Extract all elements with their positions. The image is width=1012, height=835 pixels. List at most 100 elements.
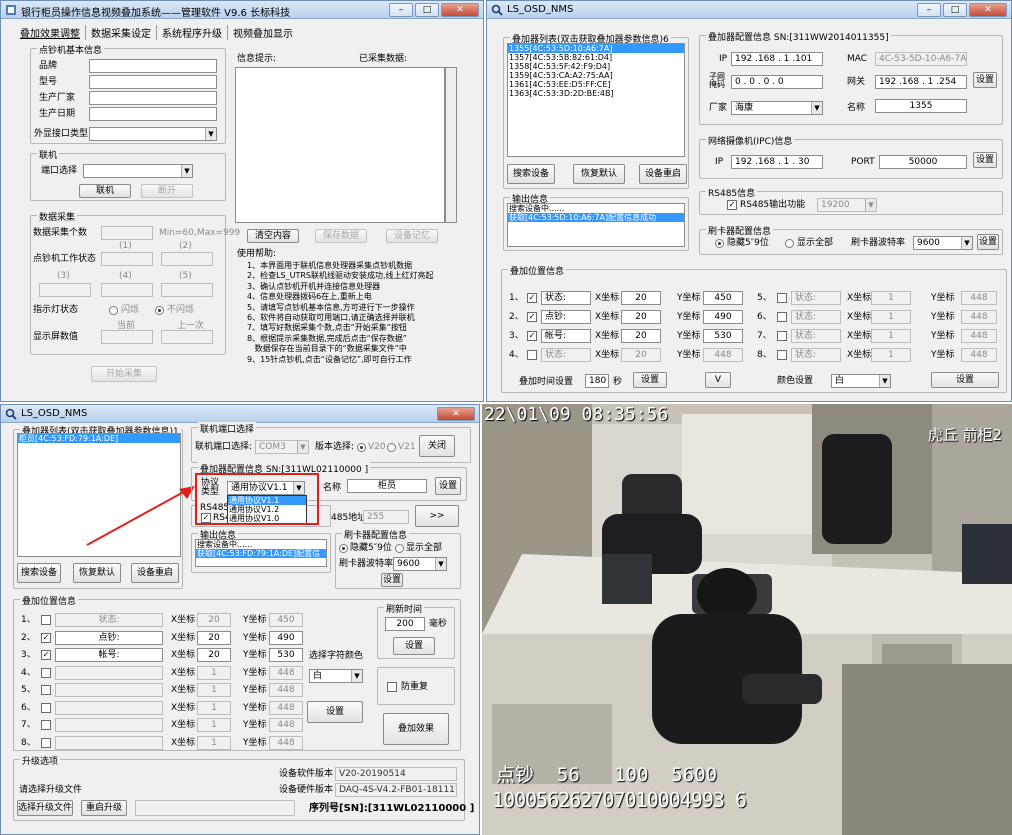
show-all-radio[interactable]: [395, 544, 404, 553]
tab-video-overlay[interactable]: 视频叠加显示: [228, 25, 298, 40]
y-input[interactable]: 490: [703, 310, 743, 324]
x-input[interactable]: 1: [197, 735, 231, 750]
row-label-input[interactable]: 状态:: [791, 329, 841, 343]
close-icon[interactable]: ✕: [441, 3, 479, 17]
minimize-icon[interactable]: –: [389, 3, 413, 17]
x-input[interactable]: 20: [621, 291, 661, 305]
x-input[interactable]: 1: [197, 718, 231, 732]
device-reboot-button[interactable]: 设备重启: [639, 164, 687, 184]
row-label-input[interactable]: [55, 735, 163, 750]
brand-input[interactable]: [89, 59, 217, 73]
color-select[interactable]: 白 ▼: [831, 374, 891, 388]
row-label-input[interactable]: 状态:: [791, 291, 841, 305]
name-input[interactable]: 1355: [875, 99, 967, 113]
conn-port-select[interactable]: COM3 ▼: [255, 440, 309, 454]
list-item[interactable]: 1357[4C:53:5B:82:61:D4]: [508, 53, 684, 62]
y-input[interactable]: 448: [961, 310, 997, 324]
set-card-button[interactable]: 设置: [977, 234, 999, 250]
name-input[interactable]: 柜员: [347, 479, 427, 493]
row-label-input[interactable]: [55, 718, 163, 732]
x-input[interactable]: 1: [197, 665, 231, 680]
choose-file-button[interactable]: 选择升级文件: [17, 800, 73, 816]
row-checkbox[interactable]: [777, 331, 787, 341]
more-button[interactable]: >>: [415, 505, 459, 527]
row-label-input[interactable]: [55, 683, 163, 697]
list-item[interactable]: 1359[4C:53:CA:A2:75:AA]: [508, 71, 684, 80]
port-input[interactable]: 50000: [879, 155, 967, 169]
x-input[interactable]: 20: [197, 630, 231, 645]
restart-upgrade-button[interactable]: 重启升级: [81, 800, 127, 816]
list-item[interactable]: 1363[4C:53:3D:2D:BE:4B]: [508, 89, 684, 98]
row-checkbox[interactable]: ✓: [527, 312, 537, 322]
y-input[interactable]: 530: [269, 648, 303, 662]
save-data-button[interactable]: 保存数据: [315, 229, 367, 243]
row-checkbox[interactable]: ✓: [527, 331, 537, 341]
info-textarea[interactable]: [235, 67, 445, 223]
hide-digits-radio[interactable]: [339, 544, 348, 553]
scrollbar[interactable]: [445, 67, 457, 223]
row-checkbox[interactable]: [41, 702, 51, 713]
row-label-input[interactable]: 帐号:: [541, 329, 591, 343]
row-checkbox[interactable]: [41, 667, 51, 678]
row-label-input[interactable]: 状态:: [541, 291, 591, 305]
y-input[interactable]: 448: [961, 329, 997, 343]
tab-overlay-effect[interactable]: 叠加效果调整: [15, 25, 86, 40]
v21-radio[interactable]: [387, 443, 396, 452]
maker-input[interactable]: [89, 91, 217, 105]
close-icon[interactable]: ✕: [969, 3, 1007, 17]
ip-input[interactable]: 192 .168 . 1 .101: [731, 52, 823, 66]
device-reboot-button[interactable]: 设备重启: [131, 563, 179, 583]
set-time-button[interactable]: 设置: [633, 372, 667, 388]
y-input[interactable]: 448: [703, 348, 743, 362]
y-input[interactable]: 448: [269, 700, 303, 715]
row-checkbox[interactable]: [777, 350, 787, 360]
y-input[interactable]: 530: [703, 329, 743, 343]
hide-digits-radio[interactable]: [715, 239, 724, 248]
restore-default-button[interactable]: 恢复默认: [573, 164, 625, 184]
mask-input[interactable]: 0 . 0 . 0 . 0: [731, 75, 823, 89]
search-device-button[interactable]: 搜索设备: [507, 164, 555, 184]
baud-select[interactable]: 9600 ▼: [393, 557, 447, 571]
row-label-input[interactable]: 状态:: [541, 348, 591, 362]
close-icon[interactable]: ✕: [437, 407, 475, 421]
set-position-button[interactable]: 设置: [307, 701, 363, 723]
set-ipc-button[interactable]: 设置: [973, 152, 997, 168]
y-input[interactable]: 450: [703, 291, 743, 305]
ipc-ip-input[interactable]: 192 .168 . 1 . 30: [731, 155, 823, 169]
color-select[interactable]: 白 ▼: [309, 669, 363, 683]
collect-count-input[interactable]: [101, 226, 153, 240]
x-input[interactable]: 20: [197, 648, 231, 662]
set-refresh-button[interactable]: 设置: [393, 637, 435, 655]
blink-radio[interactable]: [109, 306, 118, 315]
set-color-button[interactable]: 设置: [931, 372, 999, 388]
set-card-button[interactable]: 设置: [381, 573, 403, 587]
tab-data-collection[interactable]: 数据采集设定: [86, 25, 157, 40]
x-input[interactable]: 1: [871, 291, 911, 305]
rs485-baud-select[interactable]: 19200 ▼: [817, 198, 877, 212]
x-input[interactable]: 1: [197, 683, 231, 697]
clear-button[interactable]: 清空内容: [247, 229, 299, 243]
y-input[interactable]: 448: [269, 735, 303, 750]
row-label-input[interactable]: 点钞:: [541, 310, 591, 324]
set-name-button[interactable]: 设置: [435, 477, 461, 495]
maximize-icon[interactable]: □: [943, 3, 967, 17]
vendor-select[interactable]: 海康 ▼: [731, 101, 823, 115]
row-label-input[interactable]: [55, 700, 163, 715]
maximize-icon[interactable]: □: [415, 3, 439, 17]
list-item[interactable]: 1355[4C:53:5D:10:A6:7A]: [508, 44, 684, 53]
search-device-button[interactable]: 搜索设备: [17, 563, 61, 583]
expand-button[interactable]: V: [705, 372, 731, 388]
list-item[interactable]: 柜员[4C:53:FD:79:1A:DE]: [18, 434, 180, 443]
y-input[interactable]: 450: [269, 613, 303, 627]
y-input[interactable]: 448: [961, 348, 997, 362]
row-checkbox[interactable]: ✓: [41, 650, 51, 660]
show-all-radio[interactable]: [785, 239, 794, 248]
port-type-select[interactable]: ▼: [89, 127, 217, 141]
overlay-effect-button[interactable]: 叠加效果: [383, 713, 449, 745]
close-port-button[interactable]: 关闭: [419, 435, 455, 457]
row-label-input[interactable]: 点钞:: [55, 630, 163, 645]
restore-default-button[interactable]: 恢复默认: [73, 563, 121, 583]
device-memory-button[interactable]: 设备记忆: [386, 229, 438, 243]
row-checkbox[interactable]: [777, 293, 787, 303]
baud-select[interactable]: 9600 ▼: [913, 236, 973, 250]
